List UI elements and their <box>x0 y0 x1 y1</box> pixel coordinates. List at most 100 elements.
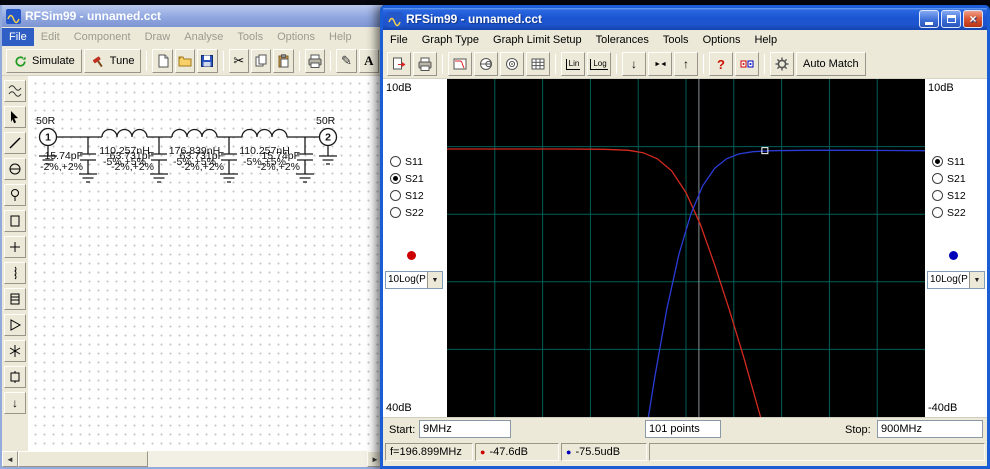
points-input[interactable]: 101 points <box>645 420 721 438</box>
left-radio-s21[interactable]: S21 <box>390 172 424 185</box>
left-titlebar[interactable]: RFSim99 - unnamed.cct <box>2 5 383 27</box>
palette-mixer-button[interactable] <box>4 340 26 362</box>
palette-port-button[interactable] <box>4 184 26 206</box>
radio-button-icon[interactable] <box>390 190 401 201</box>
toolbar-separator <box>223 51 224 71</box>
left-radio-s12[interactable]: S12 <box>390 189 424 202</box>
inductor-3[interactable] <box>242 130 287 138</box>
chevron-down-icon[interactable]: ▼ <box>427 272 442 288</box>
open-button[interactable] <box>175 49 195 73</box>
print-button[interactable] <box>413 52 437 76</box>
table-view-button[interactable] <box>526 52 550 76</box>
radio-button-icon[interactable] <box>932 190 943 201</box>
menu-help[interactable]: Help <box>322 28 359 46</box>
cut-button[interactable]: ✂ <box>229 49 249 73</box>
menu-file[interactable]: File <box>383 31 415 49</box>
palette-component-button[interactable] <box>4 210 26 232</box>
component-box-icon <box>7 213 23 229</box>
menu-tools[interactable]: Tools <box>656 31 696 49</box>
tune-button[interactable]: Tune <box>84 49 142 73</box>
right-radio-s11[interactable]: S11 <box>932 155 966 168</box>
menu-analyse[interactable]: Analyse <box>177 28 230 46</box>
palette-select-button[interactable] <box>4 106 26 128</box>
marker-up-button[interactable]: ↑ <box>674 52 698 76</box>
maximize-button[interactable] <box>941 10 961 28</box>
draw-button[interactable]: ✎ <box>336 49 356 73</box>
chevron-down-icon[interactable]: ▼ <box>969 272 984 288</box>
radio-button-icon[interactable] <box>390 207 401 218</box>
menu-options[interactable]: Options <box>696 31 748 49</box>
simulate-button[interactable]: Simulate <box>6 49 82 73</box>
right-format-combo[interactable]: 10Log(P ▼ <box>927 271 985 289</box>
menu-file[interactable]: File <box>2 28 34 46</box>
menu-tools[interactable]: Tools <box>230 28 270 46</box>
left-radio-s11[interactable]: S11 <box>390 155 424 168</box>
palette-junction-button[interactable] <box>4 236 26 258</box>
radio-button-icon[interactable] <box>390 156 401 167</box>
polar-graph-button[interactable] <box>500 52 524 76</box>
left-format-combo[interactable]: 10Log(P ▼ <box>385 271 443 289</box>
striped-box-icon <box>7 291 23 307</box>
palette-wires-button[interactable] <box>4 80 26 102</box>
marker-span-button[interactable]: ►◄ <box>648 52 672 76</box>
linear-scale-button[interactable]: Lin <box>561 52 585 76</box>
smith-chart-button[interactable] <box>474 52 498 76</box>
radio-button-icon[interactable] <box>932 207 943 218</box>
rectangular-graph-button[interactable] <box>448 52 472 76</box>
palette-attenuator-button[interactable] <box>4 288 26 310</box>
save-button[interactable] <box>197 49 217 73</box>
inductor-2[interactable] <box>172 130 217 138</box>
right-radio-s21[interactable]: S21 <box>932 172 966 185</box>
radio-button-icon[interactable] <box>932 156 943 167</box>
menu-draw[interactable]: Draw <box>138 28 178 46</box>
left-radio-s22[interactable]: S22 <box>390 206 424 219</box>
linear-scale-icon: Lin <box>566 59 581 70</box>
scroll-left-button[interactable]: ◄ <box>2 451 18 467</box>
stop-frequency-input[interactable]: 900MHz <box>877 420 983 438</box>
right-format-value: 10Log(P <box>928 272 969 288</box>
schematic-canvas[interactable]: 1 2 50R 50R 110.257nH -5%,+5% 176.839nH … <box>28 76 383 451</box>
close-button[interactable]: × <box>963 10 983 28</box>
junction-cross-icon <box>7 239 23 255</box>
menu-component[interactable]: Component <box>67 28 138 46</box>
sparameter-plot[interactable] <box>447 79 925 417</box>
text-button[interactable]: A <box>359 49 379 73</box>
minimize-button[interactable] <box>919 10 939 28</box>
horizontal-scrollbar[interactable]: ◄ ► <box>2 451 383 467</box>
right-radio-s12[interactable]: S12 <box>932 189 966 202</box>
export-button[interactable] <box>387 52 411 76</box>
scrollbar-thumb[interactable] <box>18 451 148 467</box>
rectangular-plot-icon <box>452 56 468 72</box>
menu-help[interactable]: Help <box>747 31 784 49</box>
start-frequency-input[interactable]: 9MHz <box>419 420 511 438</box>
palette-ic-button[interactable] <box>4 366 26 388</box>
palette-line-button[interactable] <box>4 132 26 154</box>
right-titlebar[interactable]: RFSim99 - unnamed.cct × <box>383 8 987 30</box>
palette-rotate-button[interactable] <box>4 158 26 180</box>
palette-amplifier-button[interactable] <box>4 314 26 336</box>
blue-trace-readout: ●-75.5udB <box>561 443 647 461</box>
palette-inductor-button[interactable] <box>4 262 26 284</box>
radio-button-icon[interactable] <box>932 173 943 184</box>
auto-match-button[interactable]: Auto Match <box>796 52 866 76</box>
radio-button-icon[interactable] <box>390 173 401 184</box>
menu-tolerances[interactable]: Tolerances <box>589 31 656 49</box>
tolerance-analysis-button[interactable] <box>735 52 759 76</box>
new-button[interactable] <box>152 49 172 73</box>
marker-down-button[interactable]: ↓ <box>622 52 646 76</box>
menu-edit[interactable]: Edit <box>34 28 67 46</box>
paste-button[interactable] <box>273 49 293 73</box>
right-radio-s22[interactable]: S22 <box>932 206 966 219</box>
query-button[interactable]: ? <box>709 52 733 76</box>
settings-button[interactable] <box>770 52 794 76</box>
scrollbar-track[interactable] <box>148 451 367 467</box>
menu-graph-type[interactable]: Graph Type <box>415 31 486 49</box>
inductor-1[interactable] <box>102 130 147 138</box>
log-scale-button[interactable]: Log <box>587 52 611 76</box>
menu-graph-limit-setup[interactable]: Graph Limit Setup <box>486 31 589 49</box>
palette-down-button[interactable]: ↓ <box>4 392 26 414</box>
print-button[interactable] <box>305 49 325 73</box>
menu-options[interactable]: Options <box>270 28 322 46</box>
copy-button[interactable] <box>251 49 271 73</box>
plot-area[interactable] <box>447 79 925 417</box>
